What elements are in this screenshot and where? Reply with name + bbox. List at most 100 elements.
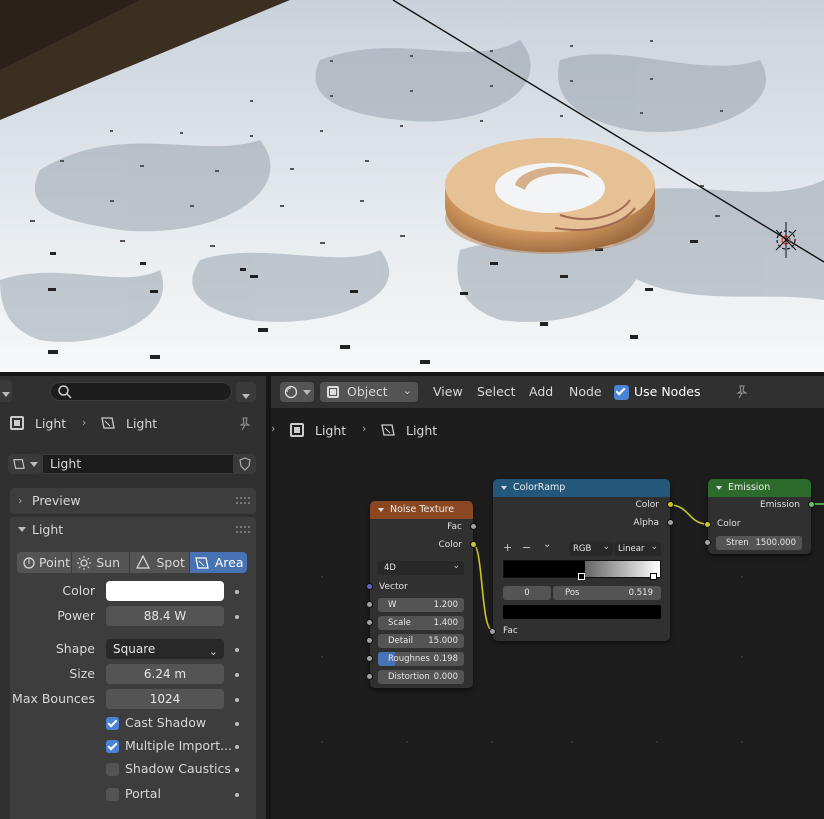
size-field[interactable]: 6.24 m [106,664,224,684]
strength-field[interactable]: Stren 1500.000 [716,536,802,550]
drag-grip-icon[interactable] [236,497,250,504]
light-type-point[interactable]: Point [17,552,72,573]
keyframe-dot-icon[interactable] [235,793,239,797]
w-field[interactable]: W 1.200 [378,598,464,612]
node-noise-texture[interactable]: Noise Texture Fac Color 4D ⌄ Vector W 1.… [366,501,477,688]
output-fac-socket[interactable] [470,523,477,530]
keyframe-dot-icon[interactable] [235,615,239,619]
node-editor[interactable]: Object ⌄ View Select Add Node Use Nodes … [271,376,824,819]
input-strength-socket[interactable] [704,539,711,546]
fake-user-button[interactable] [234,454,256,474]
node-header[interactable]: Emission [708,479,811,497]
point-light-icon [23,557,35,569]
output-color-socket[interactable] [470,541,477,548]
roughness-field[interactable]: Roughnes 0.198 [378,652,464,666]
keyframe-dot-icon[interactable] [235,768,239,772]
datablock-name-field[interactable]: Light [42,454,234,474]
max-bounces-label: Max Bounces [12,691,95,706]
light-type-label: Sun [96,555,121,570]
area-light-icon [13,459,25,469]
chevron-down-icon: ⌄ [602,542,610,552]
breadcrumb-data: Light [126,416,158,431]
node-title: Noise Texture [390,504,455,515]
detail-field[interactable]: Detail 15.000 [378,634,464,648]
power-field[interactable]: 88.4 W [106,606,224,626]
panel-light-header[interactable]: Light [10,517,256,543]
distortion-field[interactable]: Distortion 0.000 [378,670,464,684]
output-fac-label: Fac [447,522,462,532]
chevron-down-icon: ⌄ [208,645,218,658]
keyframe-dot-icon[interactable] [235,698,239,702]
add-stop-button[interactable]: + [503,541,512,554]
node-title: Emission [728,482,771,493]
size-label: Size [69,666,95,681]
input-vector-socket[interactable] [366,583,373,590]
color-mode-value: RGB [573,544,592,554]
remove-stop-button[interactable]: − [522,541,531,554]
input-distortion-socket[interactable] [366,673,373,680]
portal-checkbox[interactable] [106,788,119,801]
input-scale-socket[interactable] [366,619,373,626]
field-value: 15.000 [428,636,458,646]
node-header[interactable]: ColorRamp [493,479,670,497]
breadcrumb-separator-icon: › [82,416,87,429]
stop-index-field[interactable]: 0 [503,586,551,600]
ramp-stop-handle[interactable] [650,573,657,580]
input-color-socket[interactable] [704,521,711,528]
multiple-importance-checkbox[interactable] [106,740,119,753]
keyframe-dot-icon[interactable] [235,745,239,749]
shadow-caustics-checkbox[interactable] [106,763,119,776]
light-type-area[interactable]: Area [189,552,247,573]
options-dropdown[interactable] [236,382,256,402]
input-vector-label: Vector [379,582,408,592]
ramp-menu-chevron-icon[interactable]: ⌄ [543,539,551,550]
stop-color-swatch[interactable] [503,605,661,619]
keyframe-dot-icon[interactable] [235,722,239,726]
link-noise-fac-to-ramp-fac [472,543,493,631]
panel-preview-title: Preview [32,493,81,508]
node-emission[interactable]: Emission Emission Color Stren 1500.000 [704,479,815,554]
shape-label: Shape [55,641,95,656]
interpolation-dropdown[interactable]: Linear ⌄ [614,542,661,556]
stop-pos-field[interactable]: Pos 0.519 [553,586,661,600]
search-icon [58,385,72,399]
cast-shadow-checkbox[interactable] [106,717,119,730]
color-swatch[interactable] [106,581,224,601]
input-detail-socket[interactable] [366,637,373,644]
color-mode-dropdown[interactable]: RGB ⌄ [569,542,613,556]
sun-icon [77,556,92,570]
max-bounces-field[interactable]: 1024 [106,689,224,709]
light-type-spot[interactable]: Spot [129,552,189,573]
input-roughness-socket[interactable] [366,655,373,662]
dimensions-dropdown[interactable]: 4D ⌄ [378,561,464,575]
datablock-browse-button[interactable] [8,454,42,474]
node-colorramp[interactable]: ColorRamp Color Alpha + − ⌄ RGB ⌄ Linear… [489,479,674,641]
scale-field[interactable]: Scale 1.400 [378,616,464,630]
3d-viewport[interactable] [0,0,824,372]
output-emission-socket[interactable] [808,501,815,508]
output-color-label: Color [438,540,463,550]
shape-dropdown[interactable]: Square ⌄ [106,639,224,659]
search-input[interactable] [50,382,232,401]
light-type-label: Area [214,555,244,570]
pin-icon[interactable] [238,417,252,431]
node-title: ColorRamp [513,482,566,493]
link-ramp-color-to-emission-color [669,504,708,525]
field-label: Stren [726,538,749,548]
node-header[interactable]: Noise Texture [370,501,473,519]
keyframe-dot-icon[interactable] [235,648,239,652]
editor-type-dropdown[interactable] [0,380,12,402]
panel-preview-header[interactable]: › Preview [10,488,256,514]
ramp-stop-handle[interactable] [578,573,585,580]
drag-grip-icon[interactable] [236,526,250,533]
output-color-socket[interactable] [667,501,674,508]
output-alpha-socket[interactable] [667,519,674,526]
input-w-socket[interactable] [366,601,373,608]
input-fac-socket[interactable] [489,628,496,635]
light-type-sun[interactable]: Sun [72,552,129,573]
keyframe-dot-icon[interactable] [235,590,239,594]
color-label: Color [62,583,95,598]
field-value: 0.519 [628,588,653,598]
keyframe-dot-icon[interactable] [235,673,239,677]
chevron-down-icon [30,462,38,467]
